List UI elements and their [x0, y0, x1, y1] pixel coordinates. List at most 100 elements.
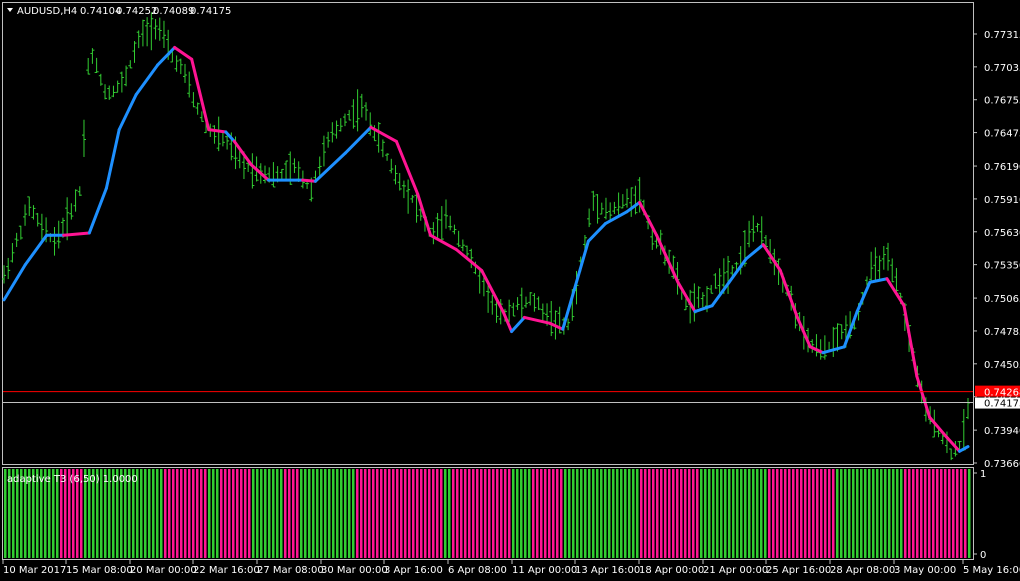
- histogram-bar: [292, 469, 295, 558]
- histogram-bar: [152, 469, 155, 558]
- histogram-bar: [716, 469, 719, 558]
- histogram-bar: [908, 469, 911, 558]
- histogram-bar: [320, 469, 323, 558]
- time-axis-label: 27 Mar 08:00: [257, 565, 324, 576]
- histogram-bar: [160, 469, 163, 558]
- histogram-bar: [144, 469, 147, 558]
- histogram-bar: [860, 469, 863, 558]
- price-axis-label: 0.76475: [984, 129, 1020, 140]
- histogram-bar: [652, 469, 655, 558]
- histogram-bar: [780, 469, 783, 558]
- histogram-bar: [612, 469, 615, 558]
- histogram-bar: [564, 469, 567, 558]
- histogram-bar: [920, 469, 923, 558]
- time-axis-label: 20 Mar 00:00: [130, 565, 197, 576]
- histogram-bar: [896, 469, 899, 558]
- histogram-bar: [912, 469, 915, 558]
- histogram-bar: [496, 469, 499, 558]
- histogram-bar: [368, 469, 371, 558]
- histogram-bar: [952, 469, 955, 558]
- histogram-bar: [308, 469, 311, 558]
- histogram-bar: [788, 469, 791, 558]
- histogram-bar: [212, 469, 215, 558]
- histogram-bar: [436, 469, 439, 558]
- histogram-bar: [736, 469, 739, 558]
- histogram-bar: [836, 469, 839, 558]
- histogram-bar: [732, 469, 735, 558]
- histogram-bar: [220, 469, 223, 558]
- histogram-bar: [424, 469, 427, 558]
- histogram-bar: [800, 469, 803, 558]
- histogram-bar: [516, 469, 519, 558]
- histogram-bar: [448, 469, 451, 558]
- histogram-bar: [400, 469, 403, 558]
- histogram-bar: [828, 469, 831, 558]
- histogram-bar: [544, 469, 547, 558]
- histogram-bar: [172, 469, 175, 558]
- histogram-bar: [188, 469, 191, 558]
- histogram-bar: [940, 469, 943, 558]
- histogram-bar: [596, 469, 599, 558]
- histogram-bar: [360, 469, 363, 558]
- histogram-bar: [284, 469, 287, 558]
- histogram-bar: [364, 469, 367, 558]
- histogram-bar: [844, 469, 847, 558]
- histogram-bar: [388, 469, 391, 558]
- histogram-bar: [528, 469, 531, 558]
- indicator-axis-label: 1: [980, 469, 986, 480]
- histogram-bar: [344, 469, 347, 558]
- histogram-bar: [392, 469, 395, 558]
- histogram-bar: [208, 469, 211, 558]
- histogram-bar: [164, 469, 167, 558]
- histogram-bar: [948, 469, 951, 558]
- time-axis-label: 22 Mar 16:00: [193, 565, 260, 576]
- histogram-bar: [752, 469, 755, 558]
- histogram-bar: [260, 469, 263, 558]
- histogram-bar: [140, 469, 143, 558]
- histogram-bar: [696, 469, 699, 558]
- histogram-bar: [412, 469, 415, 558]
- histogram-bar: [464, 469, 467, 558]
- histogram-bar: [468, 469, 471, 558]
- histogram-bar: [600, 469, 603, 558]
- time-axis-label: 21 Apr 00:00: [703, 565, 768, 576]
- histogram-bar: [192, 469, 195, 558]
- histogram-bar: [804, 469, 807, 558]
- histogram-bar: [508, 469, 511, 558]
- histogram-bar: [880, 469, 883, 558]
- histogram-bar: [416, 469, 419, 558]
- histogram-bar: [556, 469, 559, 558]
- histogram-bar: [720, 469, 723, 558]
- histogram-bar: [756, 469, 759, 558]
- histogram-bar: [628, 469, 631, 558]
- histogram-bar: [832, 469, 835, 558]
- histogram-bar: [704, 469, 707, 558]
- histogram-bar: [420, 469, 423, 558]
- histogram-bar: [176, 469, 179, 558]
- histogram-bar: [584, 469, 587, 558]
- histogram-bar: [884, 469, 887, 558]
- histogram-bar: [640, 469, 643, 558]
- time-axis-label: 15 Mar 08:00: [66, 565, 133, 576]
- histogram-bar: [916, 469, 919, 558]
- histogram-bar: [636, 469, 639, 558]
- price-axis-label: 0.75350: [984, 261, 1020, 272]
- time-axis-label: 3 Apr 16:00: [384, 565, 443, 576]
- histogram-bar: [232, 469, 235, 558]
- histogram-bar: [532, 469, 535, 558]
- histogram-bar: [608, 469, 611, 558]
- histogram-bar: [460, 469, 463, 558]
- histogram-bar: [616, 469, 619, 558]
- histogram-bar: [684, 469, 687, 558]
- histogram-bar: [816, 469, 819, 558]
- histogram-bar: [712, 469, 715, 558]
- histogram-bar: [240, 469, 243, 558]
- histogram-bar: [728, 469, 731, 558]
- price-axis-label: 0.75910: [984, 195, 1020, 206]
- histogram-bar: [520, 469, 523, 558]
- histogram-bar: [604, 469, 607, 558]
- histogram-bar: [656, 469, 659, 558]
- histogram-bar: [904, 469, 907, 558]
- histogram-bar: [500, 469, 503, 558]
- histogram-bar: [352, 469, 355, 558]
